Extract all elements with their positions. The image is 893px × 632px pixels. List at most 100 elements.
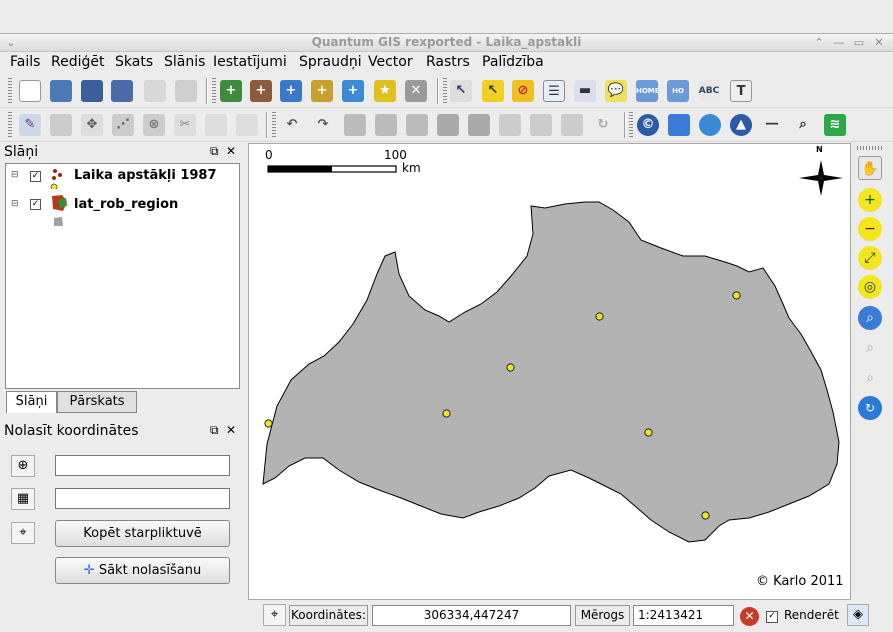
save-edits-icon[interactable] (50, 114, 72, 136)
toolbar-grip[interactable] (443, 78, 447, 104)
identify-icon[interactable]: ↖ (450, 80, 472, 102)
save-project-icon[interactable] (81, 80, 103, 102)
layer-checkbox-laika[interactable]: ✓ (30, 171, 41, 182)
tab-layers[interactable]: Slāņi (6, 391, 57, 413)
delete-selected-icon[interactable]: ⊗ (143, 114, 165, 136)
add-raster-layer-icon[interactable]: + (250, 80, 272, 102)
reshape-features-icon[interactable] (499, 114, 521, 136)
attribute-table-icon[interactable]: ☰ (543, 80, 565, 102)
station-point[interactable] (595, 310, 604, 325)
scalebar-tool-icon[interactable]: ━━ (761, 114, 783, 136)
add-postgis-layer-icon[interactable]: + (280, 80, 302, 102)
toolbar-grip[interactable] (8, 112, 12, 138)
copyright-label-icon[interactable]: © (637, 114, 659, 136)
save-as-icon[interactable] (111, 80, 133, 102)
pan-icon[interactable]: ✋ (858, 156, 882, 180)
render-checkbox[interactable]: ✓ (766, 611, 778, 623)
float-dock-icon[interactable]: ⧉ (210, 144, 219, 159)
copy-features-icon[interactable] (205, 114, 227, 136)
remove-layer-icon[interactable]: ✕ (405, 80, 427, 102)
menu-iestatijumi[interactable]: Iestatījumi (213, 54, 287, 70)
scale-input[interactable]: 1:2413421 (633, 605, 734, 626)
layer-label-laika[interactable]: Laika apstākļi 1987 (74, 168, 217, 183)
new-bookmark-icon[interactable]: HOME (636, 80, 660, 102)
capture-point-icon[interactable]: ✥ (81, 114, 103, 136)
toggle-extents-icon[interactable]: ⌖ (263, 604, 286, 626)
zoom-next-icon[interactable]: ⌕ (858, 366, 882, 390)
map-canvas[interactable]: 0 100 km N © Karlo 2011 (248, 143, 851, 600)
coord-field-1[interactable] (55, 455, 230, 476)
layer-checkbox-region[interactable]: ✓ (30, 199, 41, 210)
add-vector-layer-icon[interactable]: + (220, 80, 242, 102)
move-feature-icon[interactable]: ⋰ (112, 114, 134, 136)
annotation-icon[interactable]: T (730, 80, 752, 102)
menu-palidziba[interactable]: Palīdzība (482, 54, 544, 70)
close-window-icon[interactable]: ✕ (872, 36, 886, 50)
split-features-icon[interactable] (530, 114, 552, 136)
add-ring-icon[interactable] (375, 114, 397, 136)
zoom-out-icon[interactable]: − (858, 217, 882, 241)
station-point[interactable] (732, 289, 741, 304)
rotate-point-icon[interactable]: ↻ (592, 114, 614, 136)
refresh-icon[interactable]: ↻ (858, 396, 882, 420)
toolbar-grip[interactable] (272, 112, 276, 138)
station-point[interactable] (644, 426, 653, 441)
add-spatialite-layer-icon[interactable]: + (311, 80, 333, 102)
redo-icon[interactable]: ↷ (312, 114, 334, 136)
maximize-icon[interactable]: ▭ (852, 36, 866, 50)
stop-render-icon[interactable]: ✕ (740, 607, 759, 626)
layer-label-region[interactable]: lat_rob_region (74, 197, 178, 212)
deselect-icon[interactable]: ⊘ (512, 80, 534, 102)
shade-icon[interactable]: ⌃ (812, 36, 826, 50)
station-point[interactable] (442, 407, 451, 422)
close-dock-icon[interactable]: ✕ (226, 423, 236, 437)
toolbar-grip[interactable] (8, 78, 12, 104)
scale-bar-icon[interactable] (668, 114, 690, 136)
crs-status-icon[interactable]: ◈ (847, 604, 869, 626)
crs-select-icon[interactable]: ⌖ (11, 522, 35, 544)
zoom-full-icon[interactable]: ⤢ (858, 246, 882, 270)
copy-to-clipboard-button[interactable]: Kopēt starpliktuvē (55, 520, 230, 547)
measure-icon[interactable]: ▬ (574, 80, 596, 102)
zoom-in-icon[interactable]: + (858, 188, 882, 212)
station-point[interactable] (701, 509, 710, 524)
new-layer-icon[interactable]: ★ (374, 80, 396, 102)
delete-ring-icon[interactable] (437, 114, 459, 136)
toolbar-grip[interactable] (212, 78, 216, 104)
add-part-icon[interactable] (406, 114, 428, 136)
open-project-icon[interactable] (50, 80, 72, 102)
simplify-feature-icon[interactable] (344, 114, 366, 136)
tab-overview[interactable]: Pārskats (57, 391, 137, 413)
crosshair-icon[interactable]: ⊕ (11, 455, 35, 477)
paste-features-icon[interactable] (236, 114, 258, 136)
new-project-icon[interactable] (19, 80, 41, 102)
collapse-icon[interactable]: ⊟ (11, 199, 19, 209)
menu-skats[interactable]: Skats (115, 54, 153, 70)
station-point[interactable] (506, 361, 515, 376)
select-features-icon[interactable]: ↖ (482, 80, 504, 102)
print-icon[interactable] (175, 80, 197, 102)
show-bookmarks-icon[interactable]: HO (667, 80, 689, 102)
merge-features-icon[interactable] (561, 114, 583, 136)
menu-slanis[interactable]: Slānis (164, 54, 205, 70)
cut-features-icon[interactable]: ✂ (174, 114, 196, 136)
add-wms-layer-icon[interactable]: + (342, 80, 364, 102)
coord-field-2[interactable] (55, 488, 230, 509)
grid-icon[interactable]: ▦ (11, 488, 35, 510)
float-dock-icon[interactable]: ⧉ (210, 423, 219, 438)
map-tips-icon[interactable]: 💬 (605, 80, 627, 102)
north-arrow-icon[interactable]: ▲ (730, 114, 752, 136)
zoom-layer-icon[interactable]: ⌕ (858, 306, 882, 330)
undo-icon[interactable]: ↶ (281, 114, 303, 136)
close-dock-icon[interactable]: ✕ (226, 144, 236, 158)
text-annotation-icon[interactable]: ABC (698, 80, 720, 102)
station-point[interactable] (264, 417, 273, 432)
minimize-icon[interactable]: — (832, 36, 846, 50)
toggle-editing-icon[interactable]: ✎ (19, 114, 41, 136)
zoom-selection-icon[interactable]: ◎ (858, 275, 882, 299)
menu-fails[interactable]: Fails (10, 54, 40, 70)
python-console-icon[interactable]: ≋ (824, 114, 846, 136)
coordinate-capture-icon[interactable]: ⌕ (792, 114, 814, 136)
menu-spraudni[interactable]: Spraudņi (299, 54, 362, 70)
toolbar-grip[interactable] (629, 112, 633, 138)
